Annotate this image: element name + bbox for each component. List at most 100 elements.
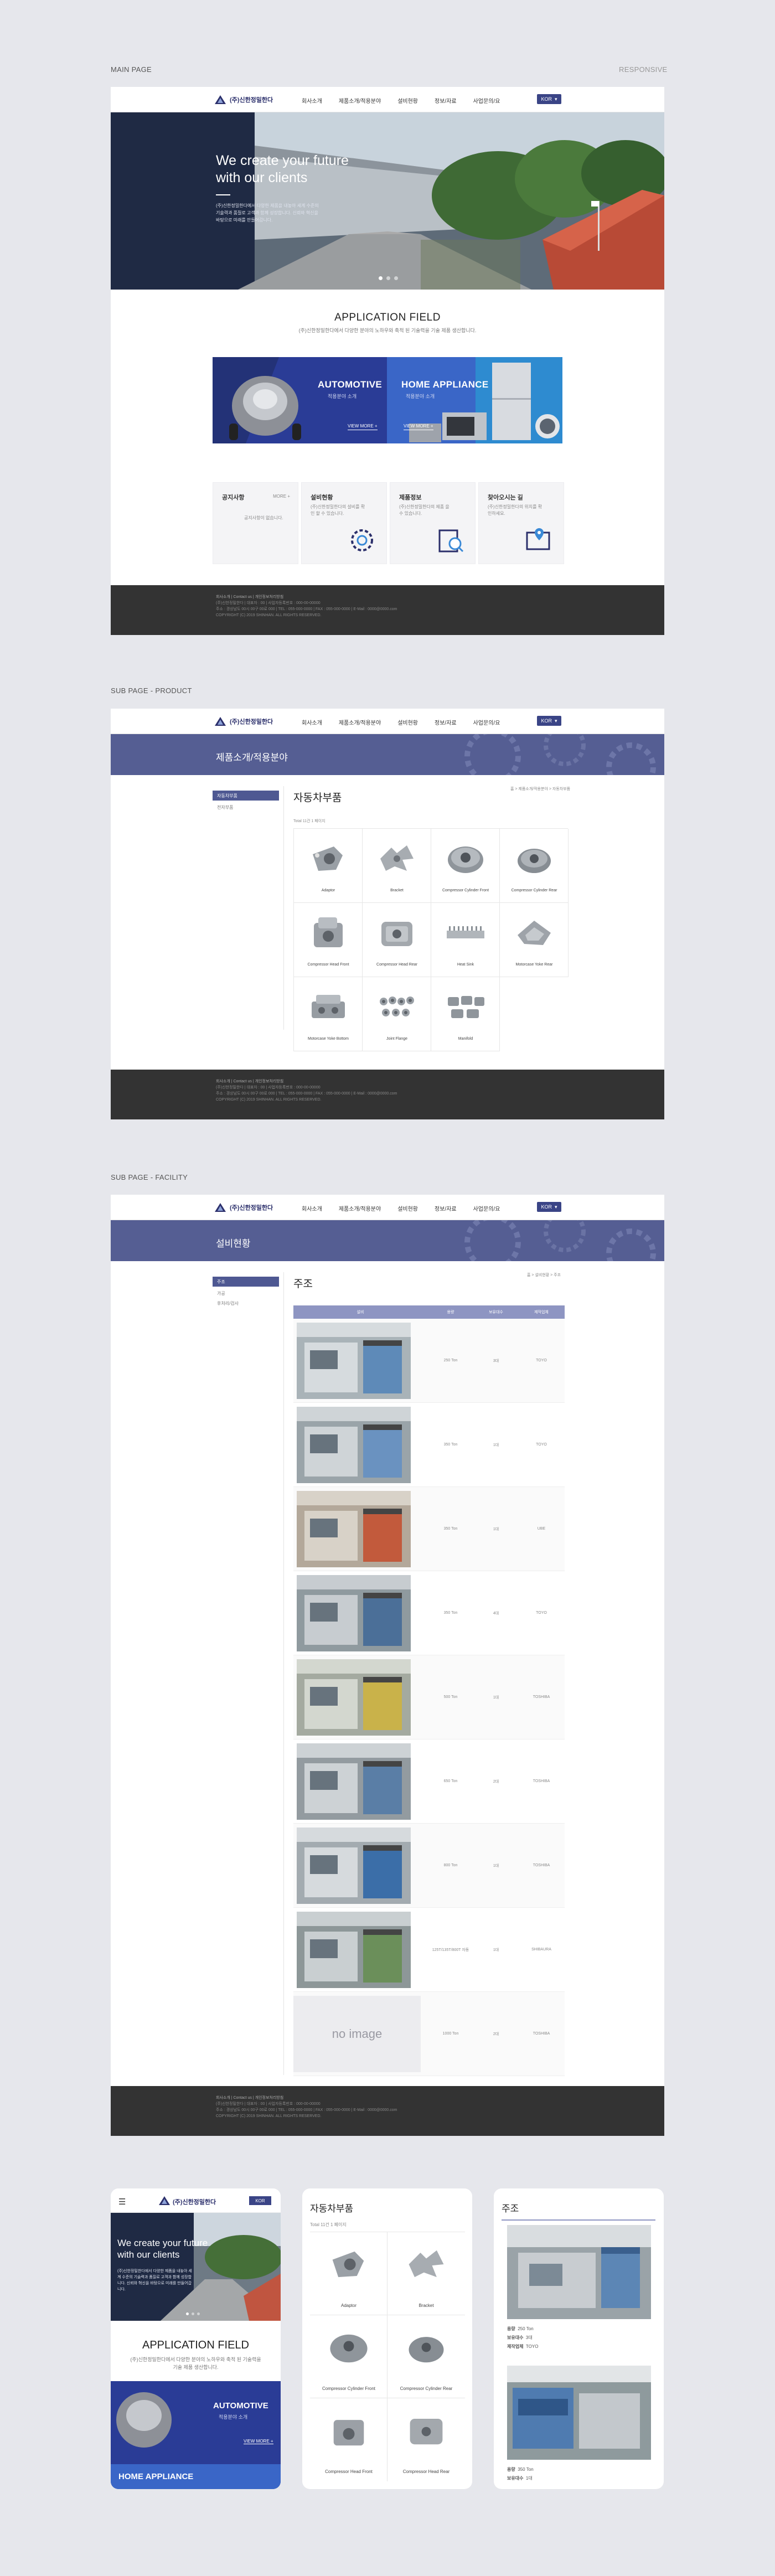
product-item[interactable]: Motorcase Yoke Rear xyxy=(500,903,569,977)
automotive-subtitle: 적용분야 소개 xyxy=(328,394,357,399)
automotive-more-link[interactable]: VIEW MORE + xyxy=(348,424,378,430)
mobile-product-frame: 자동차부품 Total 11건 1 페이지 Adaptor Bracket Co… xyxy=(302,2188,472,2489)
product-item[interactable]: Adaptor xyxy=(310,2232,388,2315)
product-name: Compressor Head Rear xyxy=(402,2469,450,2474)
nav-item-inquiry[interactable]: 사업문의/요 xyxy=(473,96,500,105)
page-banner-title: 제품소개/적용분야 xyxy=(216,752,288,763)
product-page-frame: (주)신한정밀한다 회사소개 제품소개/적용분야 설비현황 정보/자료 사업문의… xyxy=(111,709,664,1119)
card-product-info[interactable]: 제품정보 (주)신한정밀한다의 제품 을 수 있습니다. xyxy=(390,482,476,564)
language-select[interactable]: KOR xyxy=(249,2196,271,2205)
slider-dots xyxy=(379,276,398,280)
application-automotive[interactable]: AUTOMOTIVE 적용분야 소개 VIEW MORE + HOME APPL… xyxy=(111,2381,281,2489)
table-row: 350 Ton 4대 TOYO xyxy=(293,1571,565,1655)
product-item[interactable]: Heat Sink xyxy=(431,903,500,977)
home-appliance-more-link[interactable]: VIEW MORE + xyxy=(404,424,433,430)
automotive-more-link[interactable]: VIEW MORE + xyxy=(244,2439,273,2444)
nav-item-company[interactable]: 회사소개 xyxy=(302,718,322,726)
logo[interactable]: (주)신한정밀한다 xyxy=(214,716,273,727)
item-count: Total 11건 1 페이지 xyxy=(293,819,326,823)
product-item[interactable]: Compressor Head Front xyxy=(310,2398,388,2481)
nav-item-facility[interactable]: 설비현황 xyxy=(397,1204,418,1212)
nav-item-facility[interactable]: 설비현황 xyxy=(397,718,418,726)
slider-dot[interactable] xyxy=(379,276,383,280)
product-item[interactable]: Bracket xyxy=(388,2232,465,2315)
slider-dots xyxy=(186,2312,200,2315)
product-item[interactable]: Compressor Cylinder Rear xyxy=(388,2315,465,2398)
machine-photo xyxy=(507,2366,651,2460)
chevron-down-icon: ▾ xyxy=(554,96,557,102)
logo[interactable]: (주)신한정밀한다 xyxy=(214,94,273,105)
slider-dot[interactable] xyxy=(386,276,390,280)
spec-label: 용량 xyxy=(507,2467,515,2472)
product-item[interactable]: Compressor Head Front xyxy=(294,903,363,977)
application-automotive[interactable]: AUTOMOTIVE 적용분야 소개 VIEW MORE + xyxy=(213,357,387,443)
card-notice[interactable]: 공지사항 MORE + 공지사항이 없습니다. xyxy=(213,482,298,564)
nav-item-info[interactable]: 정보/자료 xyxy=(435,96,457,105)
nav-item-company[interactable]: 회사소개 xyxy=(302,1204,322,1212)
card-facility[interactable]: 설비현황 (주)신한정밀한다의 설비를 확인 할 수 있습니다. xyxy=(301,482,387,564)
nav-item-inquiry[interactable]: 사업문의/요 xyxy=(473,718,500,726)
nav-item-facility[interactable]: 설비현황 xyxy=(397,96,418,105)
hero-description: (주)신한정밀한다에서 다양한 제품을 내놓아 세계 수준의 기술력과 품질로 … xyxy=(117,2269,192,2291)
product-item[interactable]: Compressor Cylinder Front xyxy=(431,829,500,903)
nav-item-info[interactable]: 정보/자료 xyxy=(435,1204,457,1212)
product-item[interactable]: Compressor Cylinder Front xyxy=(310,2315,388,2398)
slider-dot[interactable] xyxy=(394,276,398,280)
logo-text[interactable]: (주)신한정밀한다 xyxy=(173,2197,216,2206)
card-more-link[interactable]: MORE + xyxy=(273,494,290,499)
footer-links[interactable]: 회사소개 | Contact us | 개인정보처리방침 xyxy=(216,594,664,600)
product-item[interactable]: Adaptor xyxy=(294,829,363,903)
product-item[interactable]: Bracket xyxy=(363,829,431,903)
footer-links[interactable]: 회사소개 | Contact us | 개인정보처리방침 xyxy=(216,2095,664,2101)
table-body: 250 Ton 3대 TOYO 350 Ton 1대 TOYO 350 Ton 1대 UBE 35… xyxy=(293,1319,565,2076)
nav-item-products[interactable]: 제품소개/적용분야 xyxy=(339,718,381,726)
slider-dot[interactable] xyxy=(186,2312,189,2315)
sidebar-item-casting[interactable]: 주조 xyxy=(213,1277,279,1287)
slider-dot[interactable] xyxy=(192,2312,194,2315)
product-name: Compressor Cylinder Rear xyxy=(511,889,557,892)
product-item[interactable]: Manifold xyxy=(431,977,500,1051)
product-item[interactable]: Compressor Head Rear xyxy=(388,2398,465,2481)
nav-item-products[interactable]: 제품소개/적용분야 xyxy=(339,1204,381,1212)
slider-dot[interactable] xyxy=(197,2312,200,2315)
machine-photo xyxy=(297,1827,411,1904)
sidebar-item-inspection[interactable]: 후처리/검사 xyxy=(213,1300,279,1307)
footer-links[interactable]: 회사소개 | Contact us | 개인정보처리방침 xyxy=(216,1078,664,1085)
capacity-cell: 125T/135T/800T 자동 xyxy=(432,1948,469,1952)
language-select[interactable]: KOR ▾ xyxy=(537,1202,561,1212)
language-label: KOR xyxy=(541,96,552,102)
nav-item-products[interactable]: 제품소개/적용분야 xyxy=(339,96,381,105)
card-location[interactable]: 찾아오시는 길 (주)신한정밀한다의 위치를 확인하세요. xyxy=(478,482,564,564)
hero-photo xyxy=(111,112,664,290)
logo[interactable]: (주)신한정밀한다 xyxy=(214,1202,273,1213)
machine-photo xyxy=(297,1574,411,1651)
nav-item-company[interactable]: 회사소개 xyxy=(302,96,322,105)
product-image xyxy=(314,917,343,947)
product-item[interactable]: Motorcase Yoke Bottom xyxy=(294,977,363,1051)
sidebar-item-automotive[interactable]: 자동차부품 xyxy=(213,791,279,801)
nav-item-inquiry[interactable]: 사업문의/요 xyxy=(473,1204,500,1212)
page-title: 주조 xyxy=(502,2203,519,2214)
language-select[interactable]: KOR ▾ xyxy=(537,94,561,104)
header: (주)신한정밀한다 회사소개 제품소개/적용분야 설비현황 정보/자료 사업문의… xyxy=(111,1195,664,1220)
product-item[interactable]: Compressor Cylinder Rear xyxy=(500,829,569,903)
product-item[interactable]: Compressor Head Rear xyxy=(363,903,431,977)
sidebar-item-machining[interactable]: 가공 xyxy=(213,1290,279,1297)
language-select[interactable]: KOR ▾ xyxy=(537,716,561,726)
footer: 회사소개 | Contact us | 개인정보처리방침 (주)신한정밀한다 |… xyxy=(111,585,664,635)
product-name: Heat Sink xyxy=(457,963,474,967)
application-home-appliance[interactable]: HOME APPLIANCE 적용분야 소개 VIEW MORE + xyxy=(387,357,562,443)
automotive-title: AUTOMOTIVE xyxy=(213,2401,268,2410)
product-name: Motorcase Yoke Rear xyxy=(515,963,553,967)
product-image xyxy=(410,2419,443,2445)
application-home-appliance[interactable]: HOME APPLIANCE xyxy=(111,2464,281,2489)
nav-item-info[interactable]: 정보/자료 xyxy=(435,718,457,726)
column-header: 제작업체 xyxy=(534,1310,549,1314)
machine-photo xyxy=(297,1743,411,1820)
maker-cell: TOYO xyxy=(536,1443,547,1447)
gear-pattern xyxy=(464,734,656,775)
spec-value: 1대 xyxy=(525,2476,533,2481)
product-item[interactable]: Joint Flange xyxy=(363,977,431,1051)
sidebar-item-electronics[interactable]: 전자부품 xyxy=(213,804,279,811)
hamburger-menu-icon[interactable]: ☰ xyxy=(118,2197,126,2207)
